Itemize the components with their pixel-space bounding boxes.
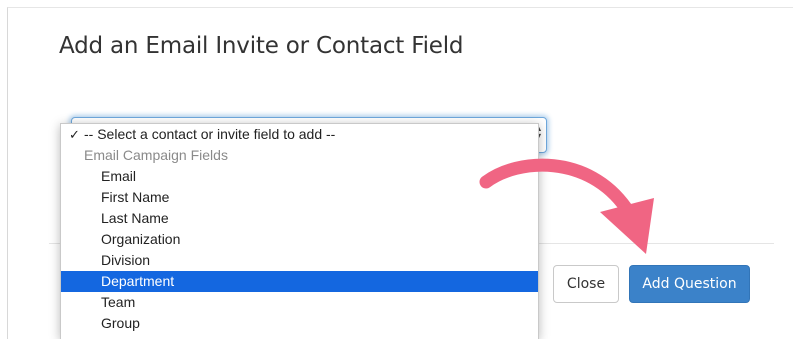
dropdown-option-department[interactable]: Department — [61, 271, 538, 292]
option-label: -- Select a contact or invite field to a… — [84, 126, 336, 142]
dropdown-option-placeholder[interactable]: ✓ -- Select a contact or invite field to… — [61, 124, 538, 145]
add-question-button[interactable]: Add Question — [629, 265, 750, 303]
dropdown-option-team[interactable]: Team — [61, 292, 538, 313]
dialog-title: Add an Email Invite or Contact Field — [59, 33, 464, 59]
close-button[interactable]: Close — [553, 265, 619, 303]
field-dropdown-list[interactable]: ✓ -- Select a contact or invite field to… — [60, 123, 539, 339]
dropdown-option-division[interactable]: Division — [61, 250, 538, 271]
dropdown-option-group[interactable]: Group — [61, 313, 538, 334]
dropdown-option-last-name[interactable]: Last Name — [61, 208, 538, 229]
dropdown-option-email[interactable]: Email — [61, 166, 538, 187]
dropdown-option-organization[interactable]: Organization — [61, 229, 538, 250]
dropdown-group-label: Email Campaign Fields — [84, 147, 228, 163]
dropdown-option-first-name[interactable]: First Name — [61, 187, 538, 208]
curved-arrow-icon — [479, 158, 654, 254]
checkmark-icon: ✓ — [69, 127, 80, 142]
